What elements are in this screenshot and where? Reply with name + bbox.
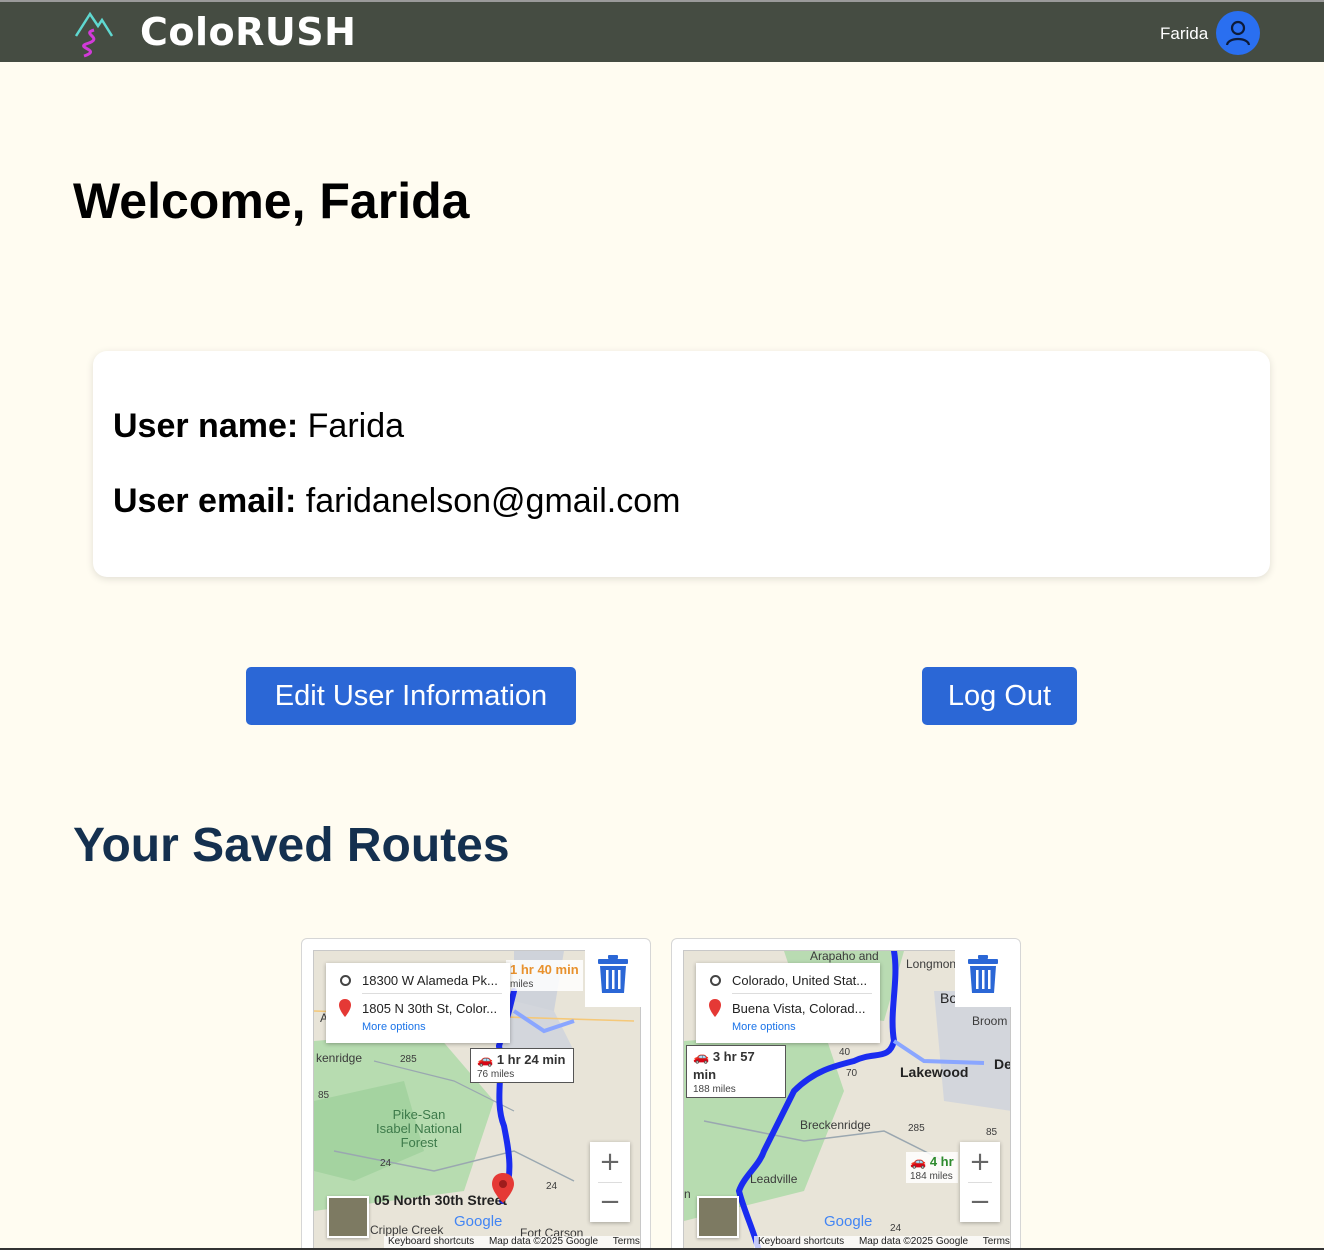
directions-panel: 18300 W Alameda Pk... 1805 N 30th St, Co… — [326, 963, 510, 1043]
trash-icon — [968, 955, 998, 993]
google-logo-text: Google — [824, 1213, 873, 1230]
highway-shield: 70 — [846, 1068, 858, 1079]
route-origin: Colorado, United Stat... — [732, 973, 868, 988]
delete-route-button[interactable] — [955, 947, 1011, 1007]
map-label: kenridge — [316, 1051, 363, 1065]
highway-shield: 285 — [400, 1054, 417, 1065]
highway-shield: 24 — [380, 1158, 392, 1169]
logout-button[interactable]: Log Out — [922, 667, 1077, 725]
origin-circle-icon — [710, 975, 721, 986]
username-label: User name: — [113, 407, 299, 445]
route-time-label[interactable]: 🚗 3 hr 57 min 188 miles — [686, 1045, 786, 1098]
zoom-out-icon[interactable]: − — [960, 1182, 1000, 1222]
google-logo: Google — [824, 1213, 872, 1230]
map-label: Cripple Creek — [370, 1223, 444, 1237]
page-title: Welcome, Farida — [73, 173, 470, 229]
more-options-link[interactable]: More options — [362, 1021, 426, 1033]
route-destination: Buena Vista, Colorad... — [732, 1001, 866, 1016]
trash-icon — [598, 955, 628, 993]
map-label-park: Pike-San Isabel National Forest — [376, 1107, 462, 1150]
delete-route-button[interactable] — [585, 947, 641, 1007]
google-logo-text: Google — [454, 1213, 503, 1230]
alt-route-time-text: 4 hr — [929, 1154, 954, 1169]
route-destination: 1805 N 30th St, Color... — [362, 1001, 498, 1016]
route-distance: 76 miles — [477, 1069, 515, 1080]
email-row: User email: faridanelson@gmail.com — [113, 482, 680, 521]
route-time: 🚗 1 hr 24 min — [477, 1052, 565, 1067]
car-icon: 🚗 — [477, 1052, 494, 1067]
alt-route-distance: 184 miles — [910, 1171, 953, 1182]
divider — [598, 1182, 622, 1183]
satellite-toggle[interactable] — [697, 1196, 739, 1238]
zoom-out-icon[interactable]: − — [590, 1182, 630, 1222]
user-info-card: User name: Farida User email: faridanels… — [93, 351, 1270, 577]
car-icon: 🚗 — [910, 1154, 927, 1169]
mountain-logo-icon[interactable] — [72, 8, 116, 58]
highway-shield: 40 — [839, 1047, 851, 1058]
map-label: Breckenridge — [800, 1118, 871, 1132]
route-time-label[interactable]: 🚗 1 hr 24 min 76 miles — [470, 1048, 574, 1083]
terms-link[interactable]: Terms — [613, 1236, 640, 1247]
divider — [732, 993, 872, 994]
highway-shield: 24 — [546, 1181, 558, 1192]
alt-route-label[interactable]: 🚗 4 hr 184 miles — [906, 1152, 958, 1183]
satellite-toggle[interactable] — [327, 1196, 369, 1238]
map-label: Arapaho and — [810, 950, 879, 963]
brand-name[interactable]: ColoRUSH — [140, 10, 356, 54]
divider — [362, 993, 502, 994]
highway-shield: 285 — [908, 1123, 925, 1134]
map-label: Lakewood — [900, 1064, 969, 1080]
terms-link[interactable]: Terms — [983, 1236, 1010, 1247]
car-icon: 🚗 — [693, 1049, 710, 1064]
more-options-link[interactable]: More options — [732, 1021, 796, 1033]
map-label: n — [684, 1187, 691, 1201]
zoom-control: + − — [960, 1142, 1000, 1222]
zoom-control: + − — [590, 1142, 630, 1222]
map-label: Longmon — [906, 957, 957, 971]
header-username: Farida — [1160, 24, 1209, 43]
map-label: Broom — [972, 1014, 1008, 1028]
email-label: User email: — [113, 482, 297, 520]
alt-route-time: 🚗 4 hr — [910, 1154, 954, 1169]
highway-shield: 85 — [986, 1127, 998, 1138]
saved-routes-title: Your Saved Routes — [73, 819, 510, 872]
route-distance: 188 miles — [693, 1084, 736, 1095]
saved-route-card: Arapaho and Longmon Bo Broom l Lakewood … — [671, 938, 1021, 1250]
alt-route-time: 1 hr 40 min — [510, 962, 579, 977]
highway-shield: 24 — [890, 1223, 902, 1234]
alt-route-label[interactable]: 1 hr 40 min miles — [506, 960, 583, 991]
destination-pin-icon — [709, 999, 721, 1017]
highway-shield: 85 — [318, 1090, 330, 1101]
top-navbar: ColoRUSH Farida — [0, 0, 1324, 62]
username-row: User name: Farida — [113, 407, 404, 446]
alt-route-distance: miles — [510, 979, 534, 990]
map-data-text: Map data ©2025 Google — [488, 1236, 599, 1247]
map-label: Leadville — [750, 1172, 798, 1186]
route-origin: 18300 W Alameda Pk... — [362, 973, 498, 988]
route-time: 🚗 3 hr 57 min — [693, 1049, 755, 1082]
zoom-in-icon[interactable]: + — [960, 1142, 1000, 1182]
map-label: De — [994, 1056, 1011, 1072]
username-value: Farida — [307, 407, 405, 445]
email-value: faridanelson@gmail.com — [305, 482, 681, 520]
user-avatar-icon[interactable] — [1216, 11, 1260, 55]
route-time-text: 1 hr 24 min — [496, 1052, 566, 1067]
map-data-text: Map data ©2025 Google — [858, 1236, 969, 1247]
edit-user-button[interactable]: Edit User Information — [246, 667, 576, 725]
google-logo: Google — [454, 1213, 502, 1230]
directions-panel: Colorado, United Stat... Buena Vista, Co… — [696, 963, 880, 1043]
saved-route-card: kenridge A 285 85 Pike-San Isabel Nation… — [301, 938, 651, 1250]
divider — [968, 1182, 992, 1183]
keyboard-shortcuts-link[interactable]: Keyboard shortcuts — [758, 1236, 844, 1247]
keyboard-shortcuts-link[interactable]: Keyboard shortcuts — [388, 1236, 474, 1247]
destination-pin-icon — [339, 999, 351, 1017]
zoom-in-icon[interactable]: + — [590, 1142, 630, 1182]
origin-circle-icon — [340, 975, 351, 986]
destination-pin-icon — [492, 1173, 514, 1203]
map-label-street: 05 North 30th Street — [374, 1192, 508, 1208]
